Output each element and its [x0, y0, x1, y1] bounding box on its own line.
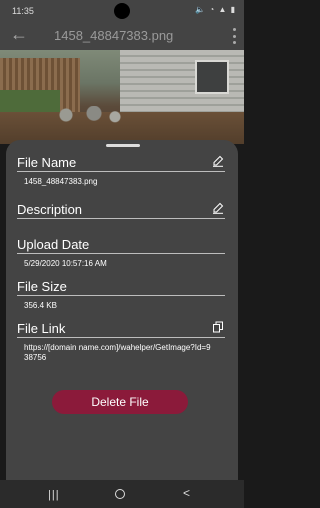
file-name-label: File Name — [17, 156, 225, 172]
file-link-label: File Link — [17, 322, 225, 338]
edit-description-icon[interactable] — [212, 202, 224, 214]
back-nav-icon[interactable]: < — [183, 486, 190, 500]
status-time: 11:35 — [12, 6, 34, 16]
file-name-value: 1458_48847383.png — [24, 177, 98, 186]
file-details-sheet: File Name 1458_48847383.png Description … — [6, 140, 238, 480]
drag-handle[interactable] — [106, 144, 140, 147]
back-arrow-icon[interactable]: ← — [10, 24, 28, 45]
status-icons: 🔈 ◔ ▲ ▮ — [195, 5, 236, 14]
system-nav-bar: ||| < — [0, 480, 244, 508]
status-bar: 11:35 🔈 ◔ ▲ ▮ — [0, 0, 244, 22]
image-preview — [0, 50, 244, 144]
camera-cutout — [114, 3, 130, 19]
delete-file-button[interactable]: Delete File — [52, 390, 188, 414]
upload-date-label: Upload Date — [17, 238, 225, 254]
app-bar: ← 1458_48847383.png — [0, 22, 244, 50]
copy-link-icon[interactable] — [212, 321, 224, 333]
more-options-icon[interactable] — [232, 28, 236, 44]
edit-file-name-icon[interactable] — [212, 155, 224, 167]
description-label: Description — [17, 203, 225, 219]
recents-nav-icon[interactable]: ||| — [48, 489, 60, 501]
home-nav-icon[interactable] — [115, 489, 125, 499]
upload-date-value: 5/29/2020 10:57:16 AM — [24, 259, 107, 268]
file-size-value: 356.4 KB — [24, 301, 57, 310]
file-link-value[interactable]: https://[domain name.com]/wahelper/GetIm… — [24, 343, 214, 363]
file-size-label: File Size — [17, 280, 225, 296]
app-title: 1458_48847383.png — [54, 28, 174, 43]
